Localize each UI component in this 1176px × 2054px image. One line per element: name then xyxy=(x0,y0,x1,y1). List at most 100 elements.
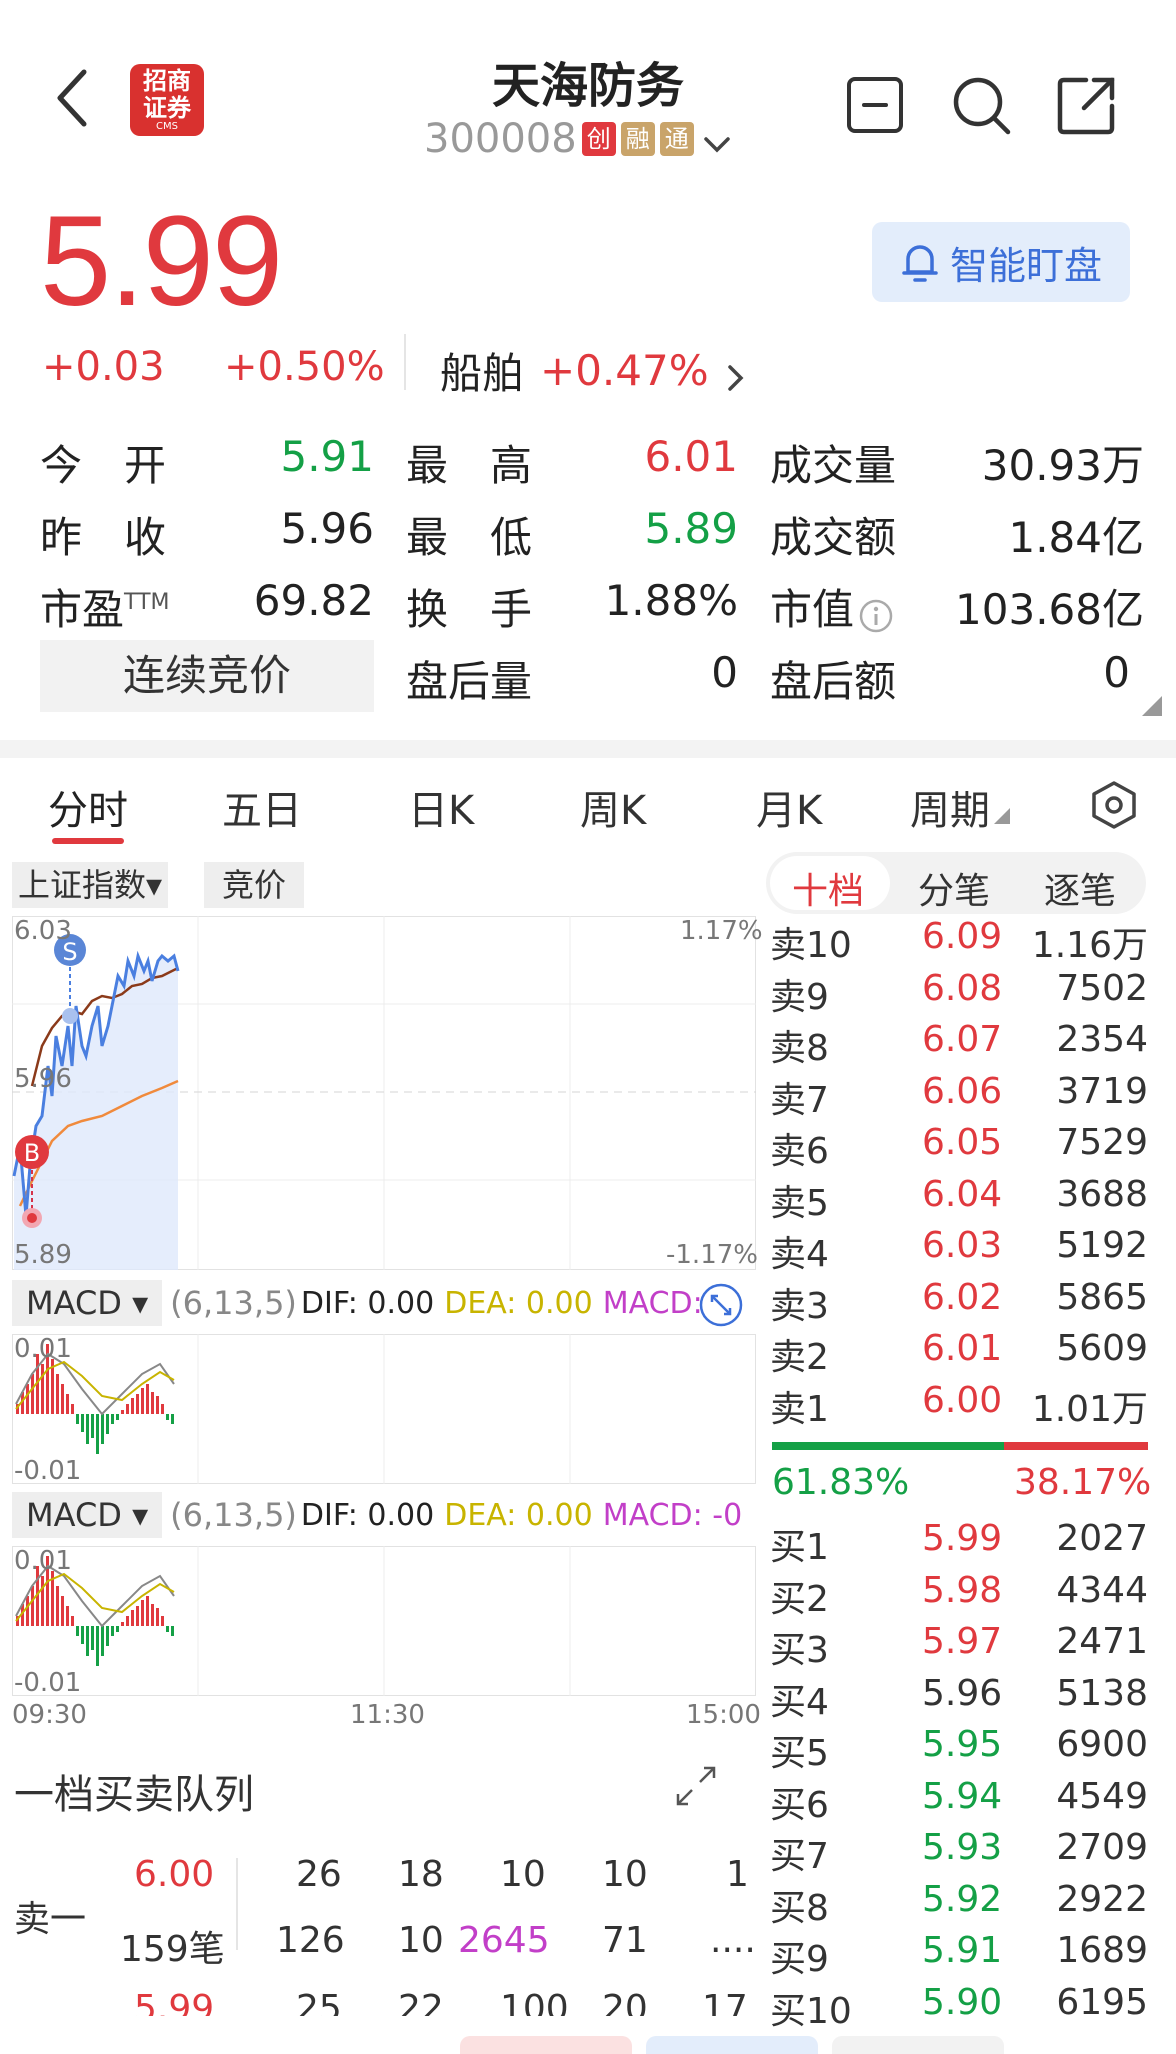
ask-label: 卖1 xyxy=(770,1388,829,1430)
macd-histogram-bar xyxy=(81,1414,84,1432)
after-amount-label: 盘后额 xyxy=(770,657,897,706)
tab-ten-level[interactable]: 十档 xyxy=(792,862,864,914)
macd-histogram-bar xyxy=(26,1596,29,1626)
bid-label: 买6 xyxy=(770,1784,829,1826)
tag-chuang: 创 xyxy=(581,122,616,156)
tab-intraday[interactable]: 分时 xyxy=(48,778,128,836)
time-mid: 11:30 xyxy=(350,1700,425,1730)
stock-code: 300008 xyxy=(424,116,577,162)
macd-histogram-bar xyxy=(91,1626,94,1650)
ask-row[interactable]: 卖6 6.05 7529 xyxy=(770,1122,1150,1172)
bid-label: 买9 xyxy=(770,1939,829,1980)
macd-histogram-bar xyxy=(66,1394,69,1414)
auction-toggle[interactable]: 竞价 xyxy=(204,862,305,908)
macd-histogram-bar xyxy=(156,1396,159,1414)
ask-row[interactable]: 卖8 6.07 2354 xyxy=(770,1019,1150,1069)
bid-row[interactable]: 买2 5.98 4344 xyxy=(770,1570,1150,1620)
bottom-action-more[interactable] xyxy=(832,2036,1004,2054)
ask-row[interactable]: 卖4 6.03 5192 xyxy=(770,1225,1150,1275)
turnover-value: 1.88% xyxy=(604,576,738,625)
bid-row[interactable]: 买3 5.97 2471 xyxy=(770,1621,1150,1671)
tab-trades[interactable]: 逐笔 xyxy=(1044,862,1116,914)
macd-histogram-bar xyxy=(71,1404,74,1414)
ask-volume: 5192 xyxy=(1056,1225,1148,1266)
chevron-down-icon[interactable] xyxy=(702,124,732,154)
ask-price: 6.04 xyxy=(922,1173,1003,1215)
stock-code-row[interactable]: 300008 创 融 通 xyxy=(424,116,732,162)
bid-row[interactable]: 买7 5.93 2709 xyxy=(770,1827,1150,1877)
ask-row[interactable]: 卖7 6.06 3719 xyxy=(770,1071,1150,1121)
ask-row[interactable]: 卖5 6.04 3688 xyxy=(770,1174,1150,1224)
expand-queue-icon[interactable] xyxy=(674,1764,718,1808)
queue-price: 6.00 xyxy=(134,1854,215,1895)
bid-volume: 2709 xyxy=(1056,1827,1148,1868)
macd-histogram-bar xyxy=(41,1576,44,1626)
minus-box-icon[interactable] xyxy=(846,76,904,134)
search-icon[interactable] xyxy=(950,74,1012,136)
low-value: 5.89 xyxy=(644,504,738,553)
smart-watch-button[interactable]: 智能盯盘 xyxy=(872,222,1130,302)
intraday-chart[interactable]: S B xyxy=(12,916,756,1270)
macd2-selector[interactable]: MACD ▾ xyxy=(12,1492,163,1538)
ratio-bar xyxy=(772,1442,1148,1450)
tab-monthly-k[interactable]: 月K xyxy=(756,778,822,836)
bid-label: 买10 xyxy=(770,1990,852,2032)
open-label: 今 开 xyxy=(40,441,167,490)
share-icon[interactable] xyxy=(1056,74,1118,136)
queue-cell: 10 xyxy=(602,1854,648,1895)
ask-row[interactable]: 卖9 6.08 7502 xyxy=(770,968,1150,1018)
macd-histogram-bar xyxy=(31,1586,34,1626)
quote-divider xyxy=(404,334,406,390)
queue-cell: 22 xyxy=(398,1988,444,2016)
bid-price: 5.99 xyxy=(922,1518,1003,1559)
macd-histogram-bar xyxy=(66,1606,69,1626)
ask-price: 6.05 xyxy=(922,1122,1003,1163)
settings-hexagon-icon[interactable] xyxy=(1090,780,1138,840)
bid-row[interactable]: 买8 5.92 2922 xyxy=(770,1879,1150,1929)
ratio-bar-buy xyxy=(772,1442,1005,1450)
bid-row[interactable]: 买6 5.94 4549 xyxy=(770,1776,1150,1826)
bid-volume: 4344 xyxy=(1056,1569,1148,1611)
bottom-action-buy[interactable] xyxy=(460,2036,632,2054)
bid-price: 5.90 xyxy=(922,1981,1003,2023)
queue-cell: 26 xyxy=(296,1854,342,1895)
ask-volume: 3688 xyxy=(1056,1173,1148,1215)
tab-ticks[interactable]: 分笔 xyxy=(918,862,990,914)
macd1-selector[interactable]: MACD ▾ xyxy=(12,1280,163,1326)
tab-period-label: 周期 xyxy=(910,788,990,834)
collapse-corner-icon[interactable] xyxy=(1142,696,1162,716)
tab-five-day[interactable]: 五日 xyxy=(222,778,302,836)
bid-row[interactable]: 买10 5.90 6195 xyxy=(770,1982,1150,2032)
ask-label: 卖3 xyxy=(770,1285,829,1327)
pe-label-text: 市盈 xyxy=(40,585,125,634)
sector-link[interactable]: 船舶 +0.47% xyxy=(440,340,747,401)
tab-weekly-k[interactable]: 周K xyxy=(580,778,646,836)
ask-row[interactable]: 卖10 6.09 1.16万 xyxy=(770,916,1150,966)
ask-label: 卖4 xyxy=(770,1234,829,1275)
macd-histogram-bar xyxy=(31,1374,34,1414)
macd-histogram-bar xyxy=(166,1626,169,1632)
index-selector[interactable]: 上证指数▾ xyxy=(12,862,169,908)
mktcap-label[interactable]: 市值 xyxy=(770,576,894,637)
bid-row[interactable]: 买9 5.91 1689 xyxy=(770,1930,1150,1980)
bid-row[interactable]: 买5 5.95 6900 xyxy=(770,1724,1150,1774)
info-icon[interactable] xyxy=(858,595,894,632)
macd-histogram-bar xyxy=(101,1626,104,1656)
tab-period[interactable]: 周期 xyxy=(910,778,1010,836)
bid-row[interactable]: 买4 5.96 5138 xyxy=(770,1673,1150,1723)
macd1-header: MACD ▾ (6,13,5) DIF: 0.00 DEA: 0.00 MACD… xyxy=(12,1280,756,1326)
ask-volume: 2354 xyxy=(1056,1019,1148,1060)
tab-daily-k[interactable]: 日K xyxy=(408,778,474,836)
after-volume-label: 盘后量 xyxy=(406,657,533,706)
queue-cell: 10 xyxy=(500,1854,546,1895)
expand-chart-icon[interactable] xyxy=(698,1282,744,1328)
macd2-axis-top: 0.01 xyxy=(14,1546,72,1576)
bid-row[interactable]: 买1 5.99 2027 xyxy=(770,1518,1150,1568)
bid-price: 5.92 xyxy=(922,1878,1003,1920)
ask-row[interactable]: 卖3 6.02 5865 xyxy=(770,1277,1150,1327)
bottom-action-sell[interactable] xyxy=(646,2036,818,2054)
macd-histogram-bar xyxy=(156,1608,159,1626)
ask-row[interactable]: 卖1 6.00 1.01万 xyxy=(770,1380,1150,1430)
ask-row[interactable]: 卖2 6.01 5609 xyxy=(770,1328,1150,1378)
queue-cell: 10 xyxy=(398,1920,444,1961)
